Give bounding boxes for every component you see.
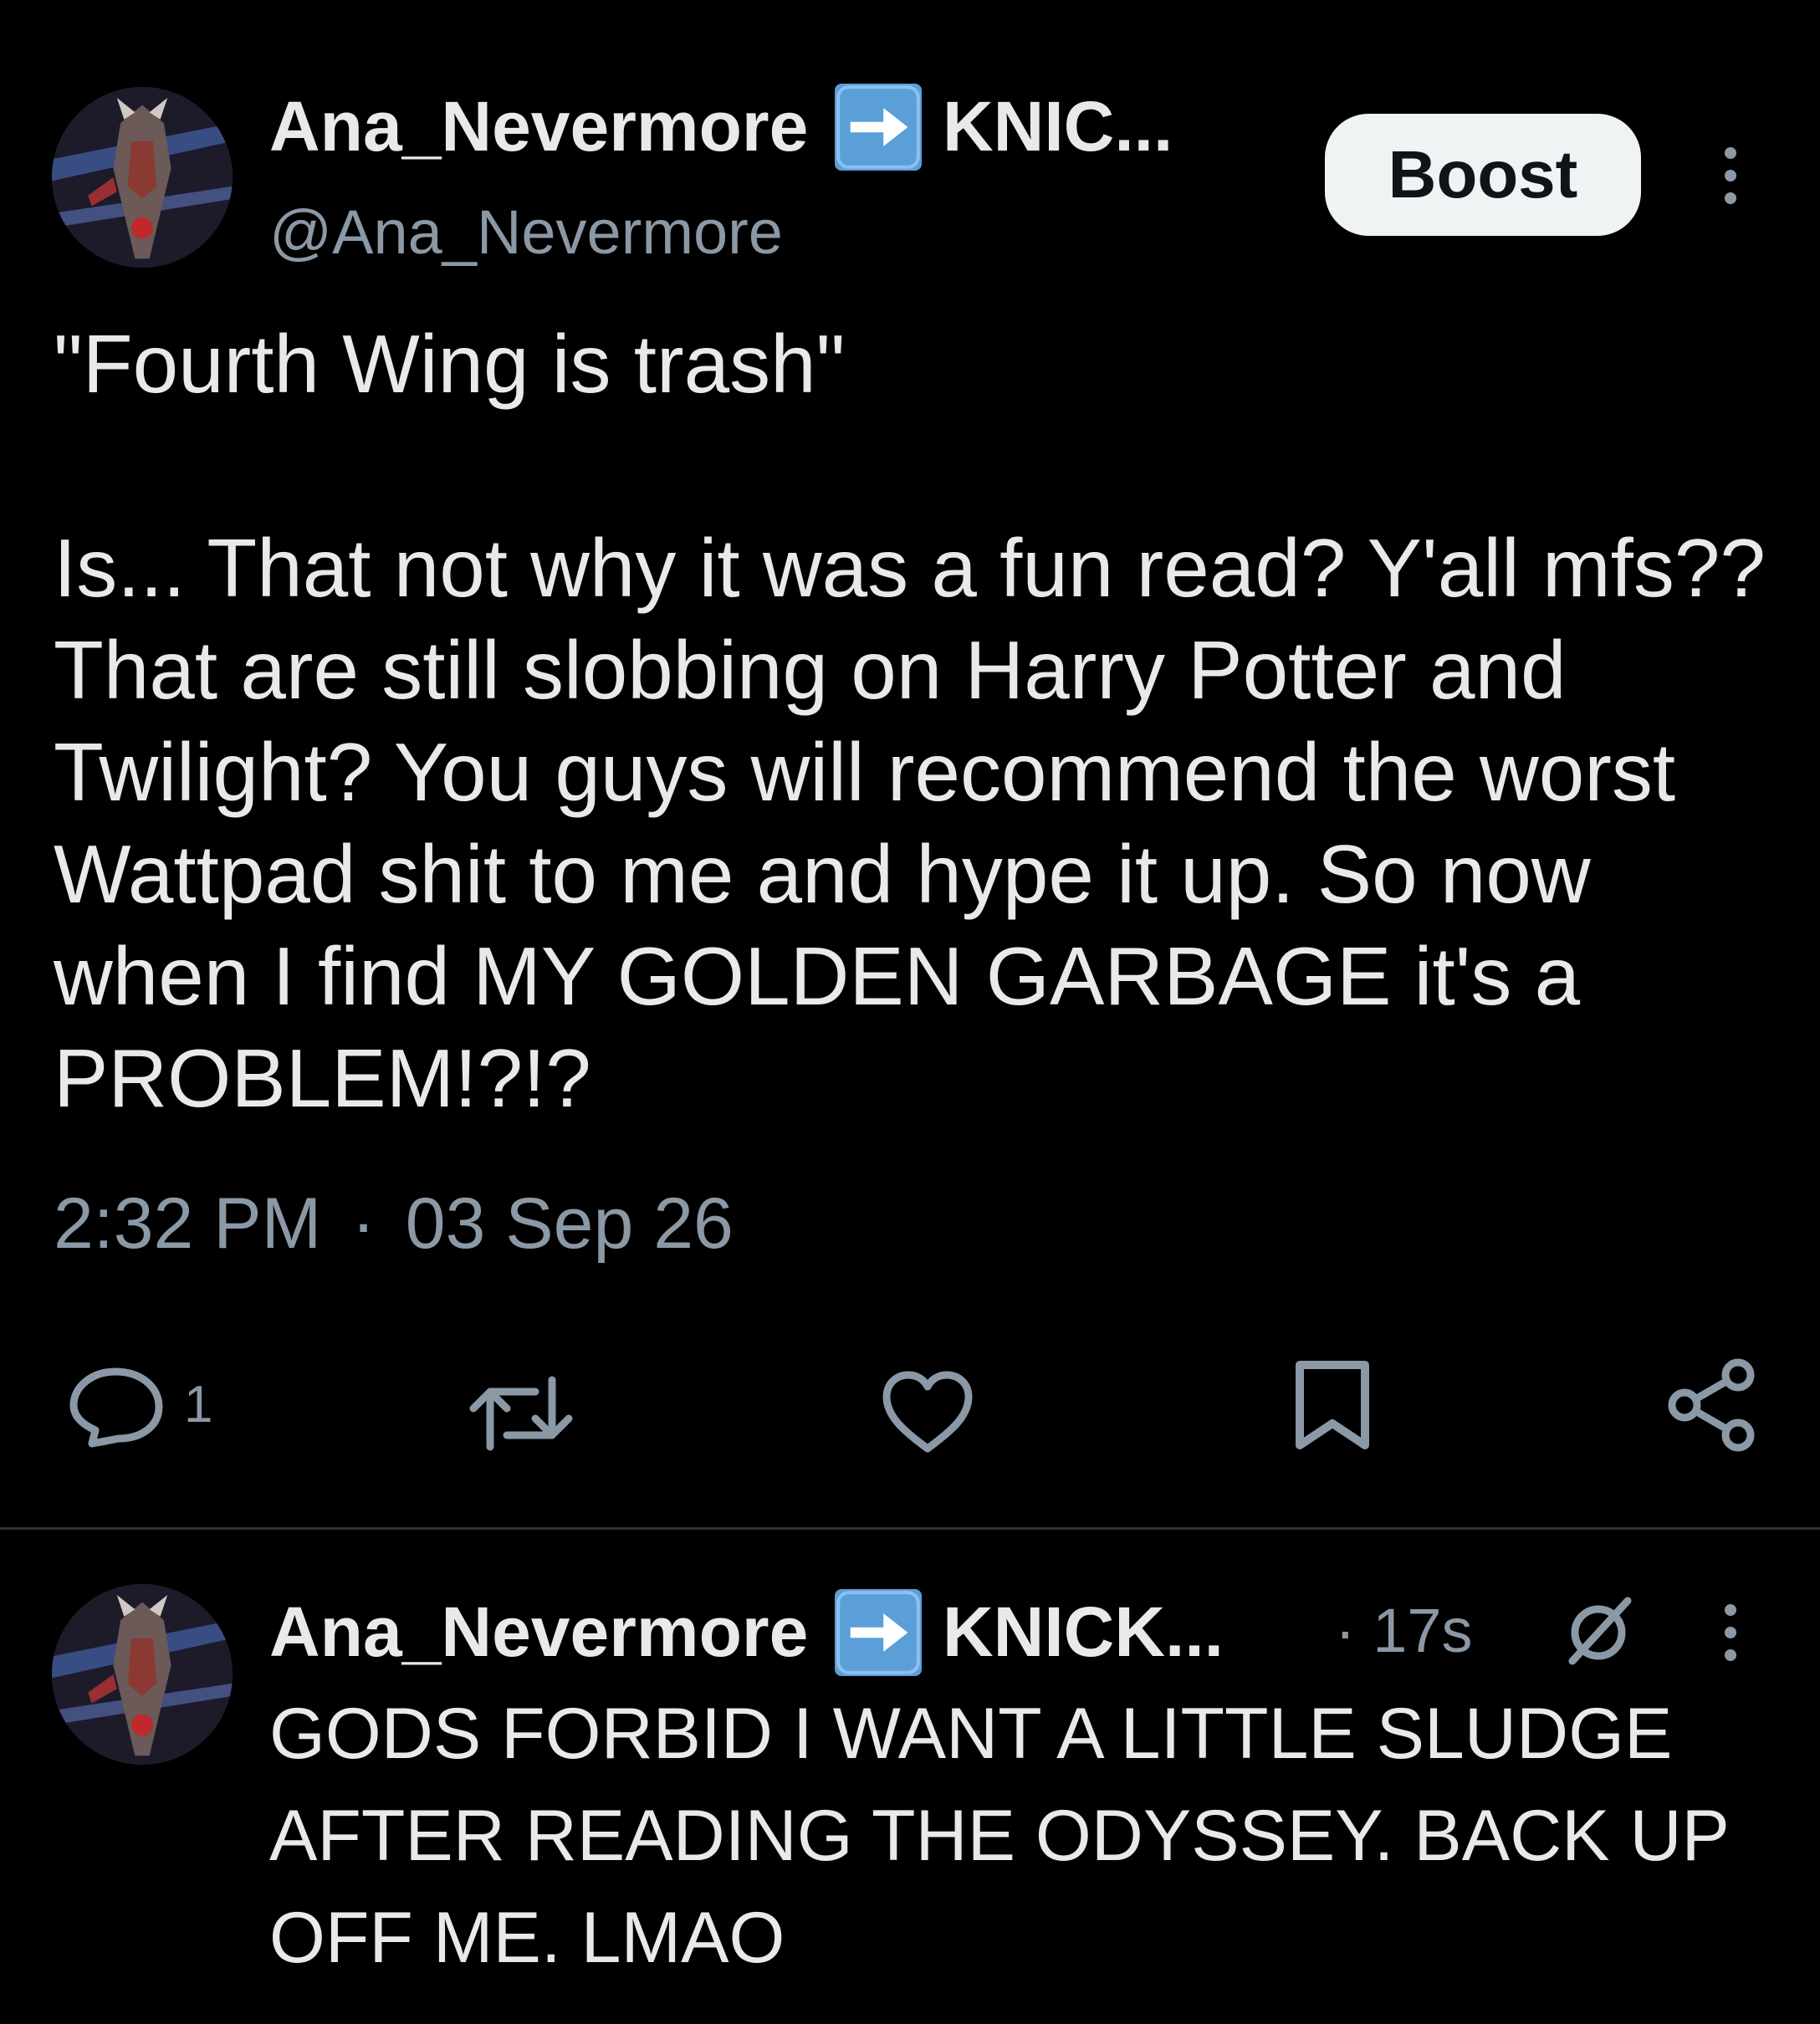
comment-icon[interactable]	[67, 1365, 166, 1449]
repost-icon[interactable]	[465, 1372, 577, 1455]
post-display-name-suffix: KNIC...	[943, 87, 1173, 166]
right-arrow-emoji-icon	[834, 83, 922, 171]
reply-count: 1	[184, 1376, 213, 1434]
bookmark-icon[interactable]	[1293, 1358, 1372, 1452]
post-handle[interactable]: @Ana_Nevermore	[269, 191, 783, 274]
post-time: 2:32 PM	[54, 1183, 322, 1264]
reply-text: GODS FORBID I WANT A LITTLE SLUDGE AFTER…	[269, 1694, 1730, 1978]
avatar-image	[52, 1584, 233, 1765]
avatar-image	[52, 87, 233, 268]
post-avatar[interactable]	[52, 87, 233, 268]
post-display-name: Ana_Nevermore	[269, 87, 809, 166]
post-date: 03 Sep 26	[405, 1183, 734, 1264]
slashed-circle-icon[interactable]	[1561, 1592, 1636, 1668]
meta-separator: ·	[351, 1183, 376, 1264]
post-author-name[interactable]: Ana_Nevermore KNIC...	[269, 80, 1173, 176]
post-divider	[0, 1527, 1820, 1530]
heart-icon[interactable]	[880, 1368, 975, 1455]
share-icon[interactable]	[1664, 1357, 1758, 1454]
right-arrow-emoji-icon	[834, 1588, 922, 1676]
more-vertical-icon[interactable]	[1718, 147, 1743, 204]
reply-display-name-suffix: KNICK...	[943, 1592, 1224, 1671]
reply-avatar[interactable]	[52, 1584, 233, 1765]
reply-time-ago[interactable]: · 17s	[1335, 1589, 1473, 1673]
more-vertical-icon[interactable]	[1718, 1604, 1743, 1661]
reply-author-name[interactable]: Ana_Nevermore KNICK...	[269, 1586, 1224, 1681]
boost-button[interactable]: Boost	[1325, 114, 1641, 236]
reply-display-name: Ana_Nevermore	[269, 1592, 809, 1671]
post-timestamp[interactable]: 2:32 PM · 03 Sep 26	[54, 1178, 734, 1270]
post-text: "Fourth Wing is trash" Is... That not wh…	[54, 318, 1766, 1124]
